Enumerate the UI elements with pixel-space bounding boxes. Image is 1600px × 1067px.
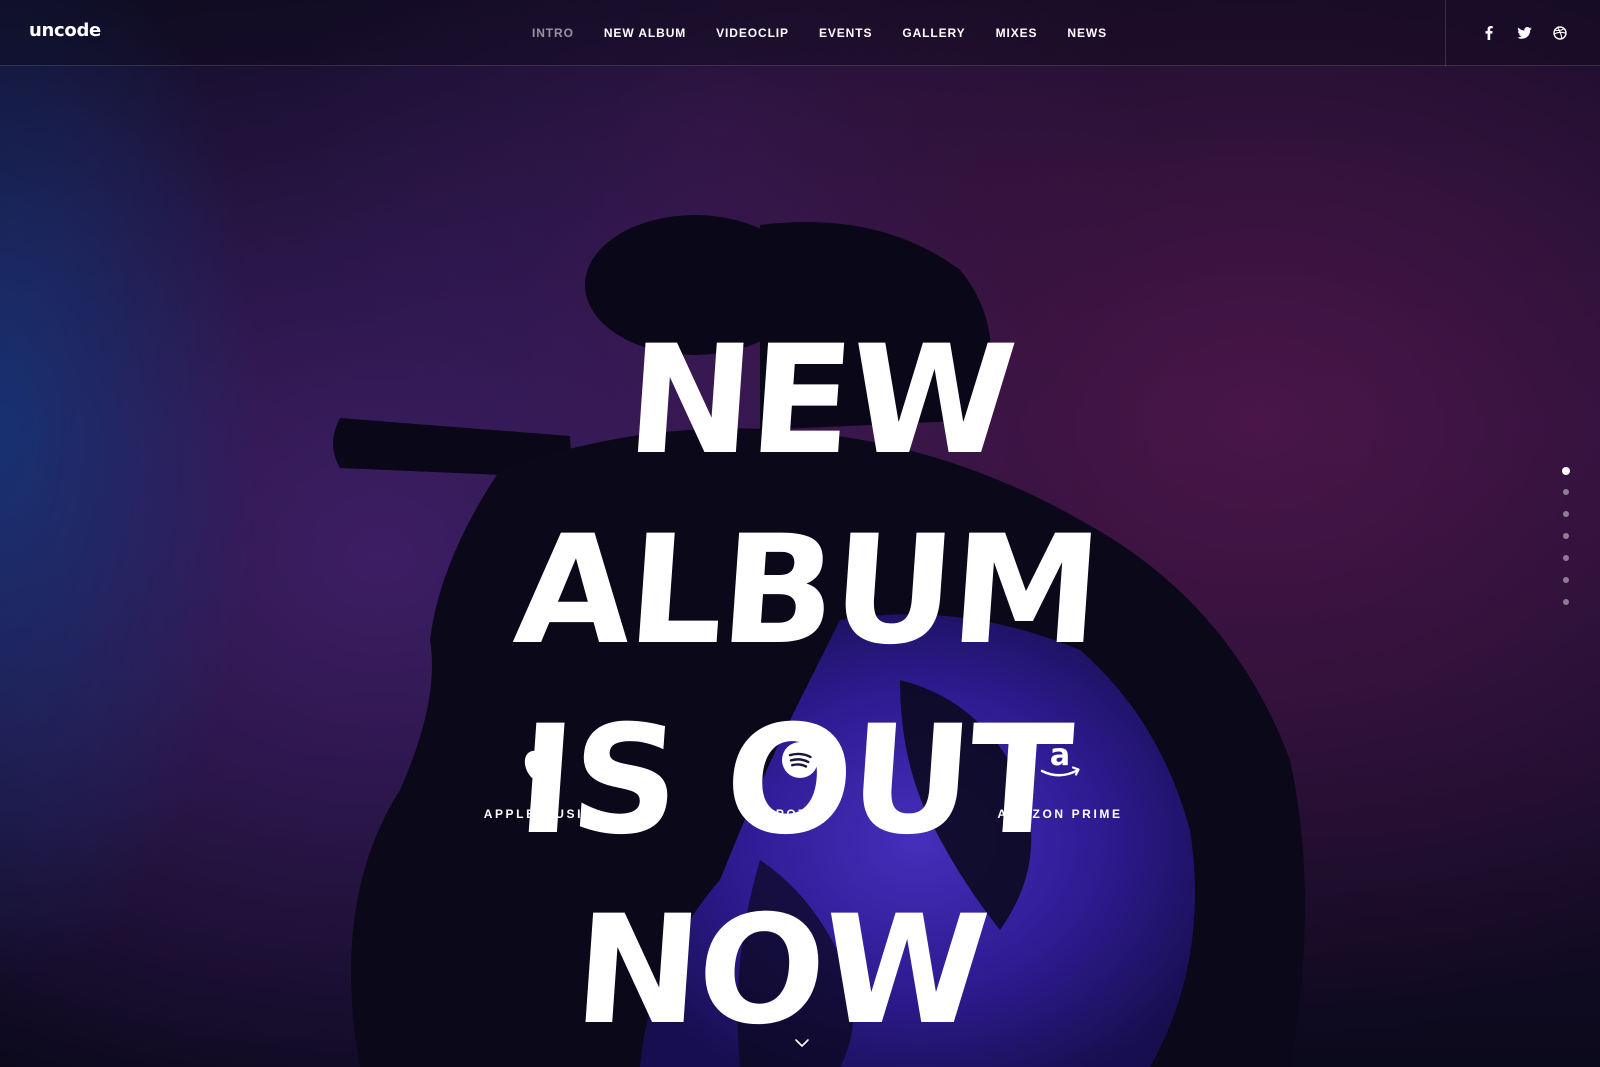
hero-headline: NEW ALBUM IS OUT NOW bbox=[373, 306, 1226, 1066]
dribbble-icon[interactable] bbox=[1549, 22, 1571, 44]
nav-item-new-album[interactable]: NEW ALBUM bbox=[604, 26, 686, 40]
nav-item-news[interactable]: NEWS bbox=[1067, 26, 1107, 40]
facebook-icon[interactable] bbox=[1478, 22, 1500, 44]
logo[interactable]: uncode bbox=[29, 20, 101, 41]
section-dot[interactable] bbox=[1563, 511, 1569, 517]
chevron-down-icon[interactable] bbox=[792, 1036, 812, 1050]
section-dot[interactable] bbox=[1563, 533, 1569, 539]
section-dot[interactable] bbox=[1562, 467, 1570, 475]
section-dots-nav bbox=[1559, 467, 1573, 621]
nav-item-intro[interactable]: INTRO bbox=[532, 26, 574, 40]
main-nav: INTRO NEW ALBUM VIDEOCLIP EVENTS GALLERY… bbox=[532, 0, 1137, 66]
nav-item-mixes[interactable]: MIXES bbox=[996, 26, 1038, 40]
nav-item-events[interactable]: EVENTS bbox=[819, 26, 872, 40]
service-label: AMAZON PRIME bbox=[997, 807, 1123, 821]
twitter-icon[interactable] bbox=[1513, 22, 1535, 44]
section-dot[interactable] bbox=[1563, 489, 1569, 495]
section-dot[interactable] bbox=[1563, 555, 1569, 561]
svg-text:a: a bbox=[1050, 738, 1070, 773]
nav-item-videoclip[interactable]: VIDEOCLIP bbox=[716, 26, 789, 40]
section-dot[interactable] bbox=[1563, 599, 1569, 605]
headline-line-1: NEW ALBUM bbox=[509, 314, 1104, 678]
section-dot[interactable] bbox=[1563, 577, 1569, 583]
spotify-link[interactable]: SPOTIFY bbox=[690, 735, 910, 821]
nav-item-gallery[interactable]: GALLERY bbox=[902, 26, 965, 40]
apple-music-link[interactable]: APPLE MUSIC bbox=[429, 735, 649, 821]
amazon-icon: a bbox=[950, 735, 1170, 785]
header-divider bbox=[1445, 0, 1446, 66]
service-label: APPLE MUSIC bbox=[483, 807, 595, 821]
spotify-icon bbox=[690, 735, 910, 785]
site-header: uncode INTRO NEW ALBUM VIDEOCLIP EVENTS … bbox=[0, 0, 1600, 66]
amazon-prime-link[interactable]: a AMAZON PRIME bbox=[950, 735, 1170, 821]
apple-icon bbox=[429, 735, 649, 785]
service-label: SPOTIFY bbox=[765, 807, 835, 821]
